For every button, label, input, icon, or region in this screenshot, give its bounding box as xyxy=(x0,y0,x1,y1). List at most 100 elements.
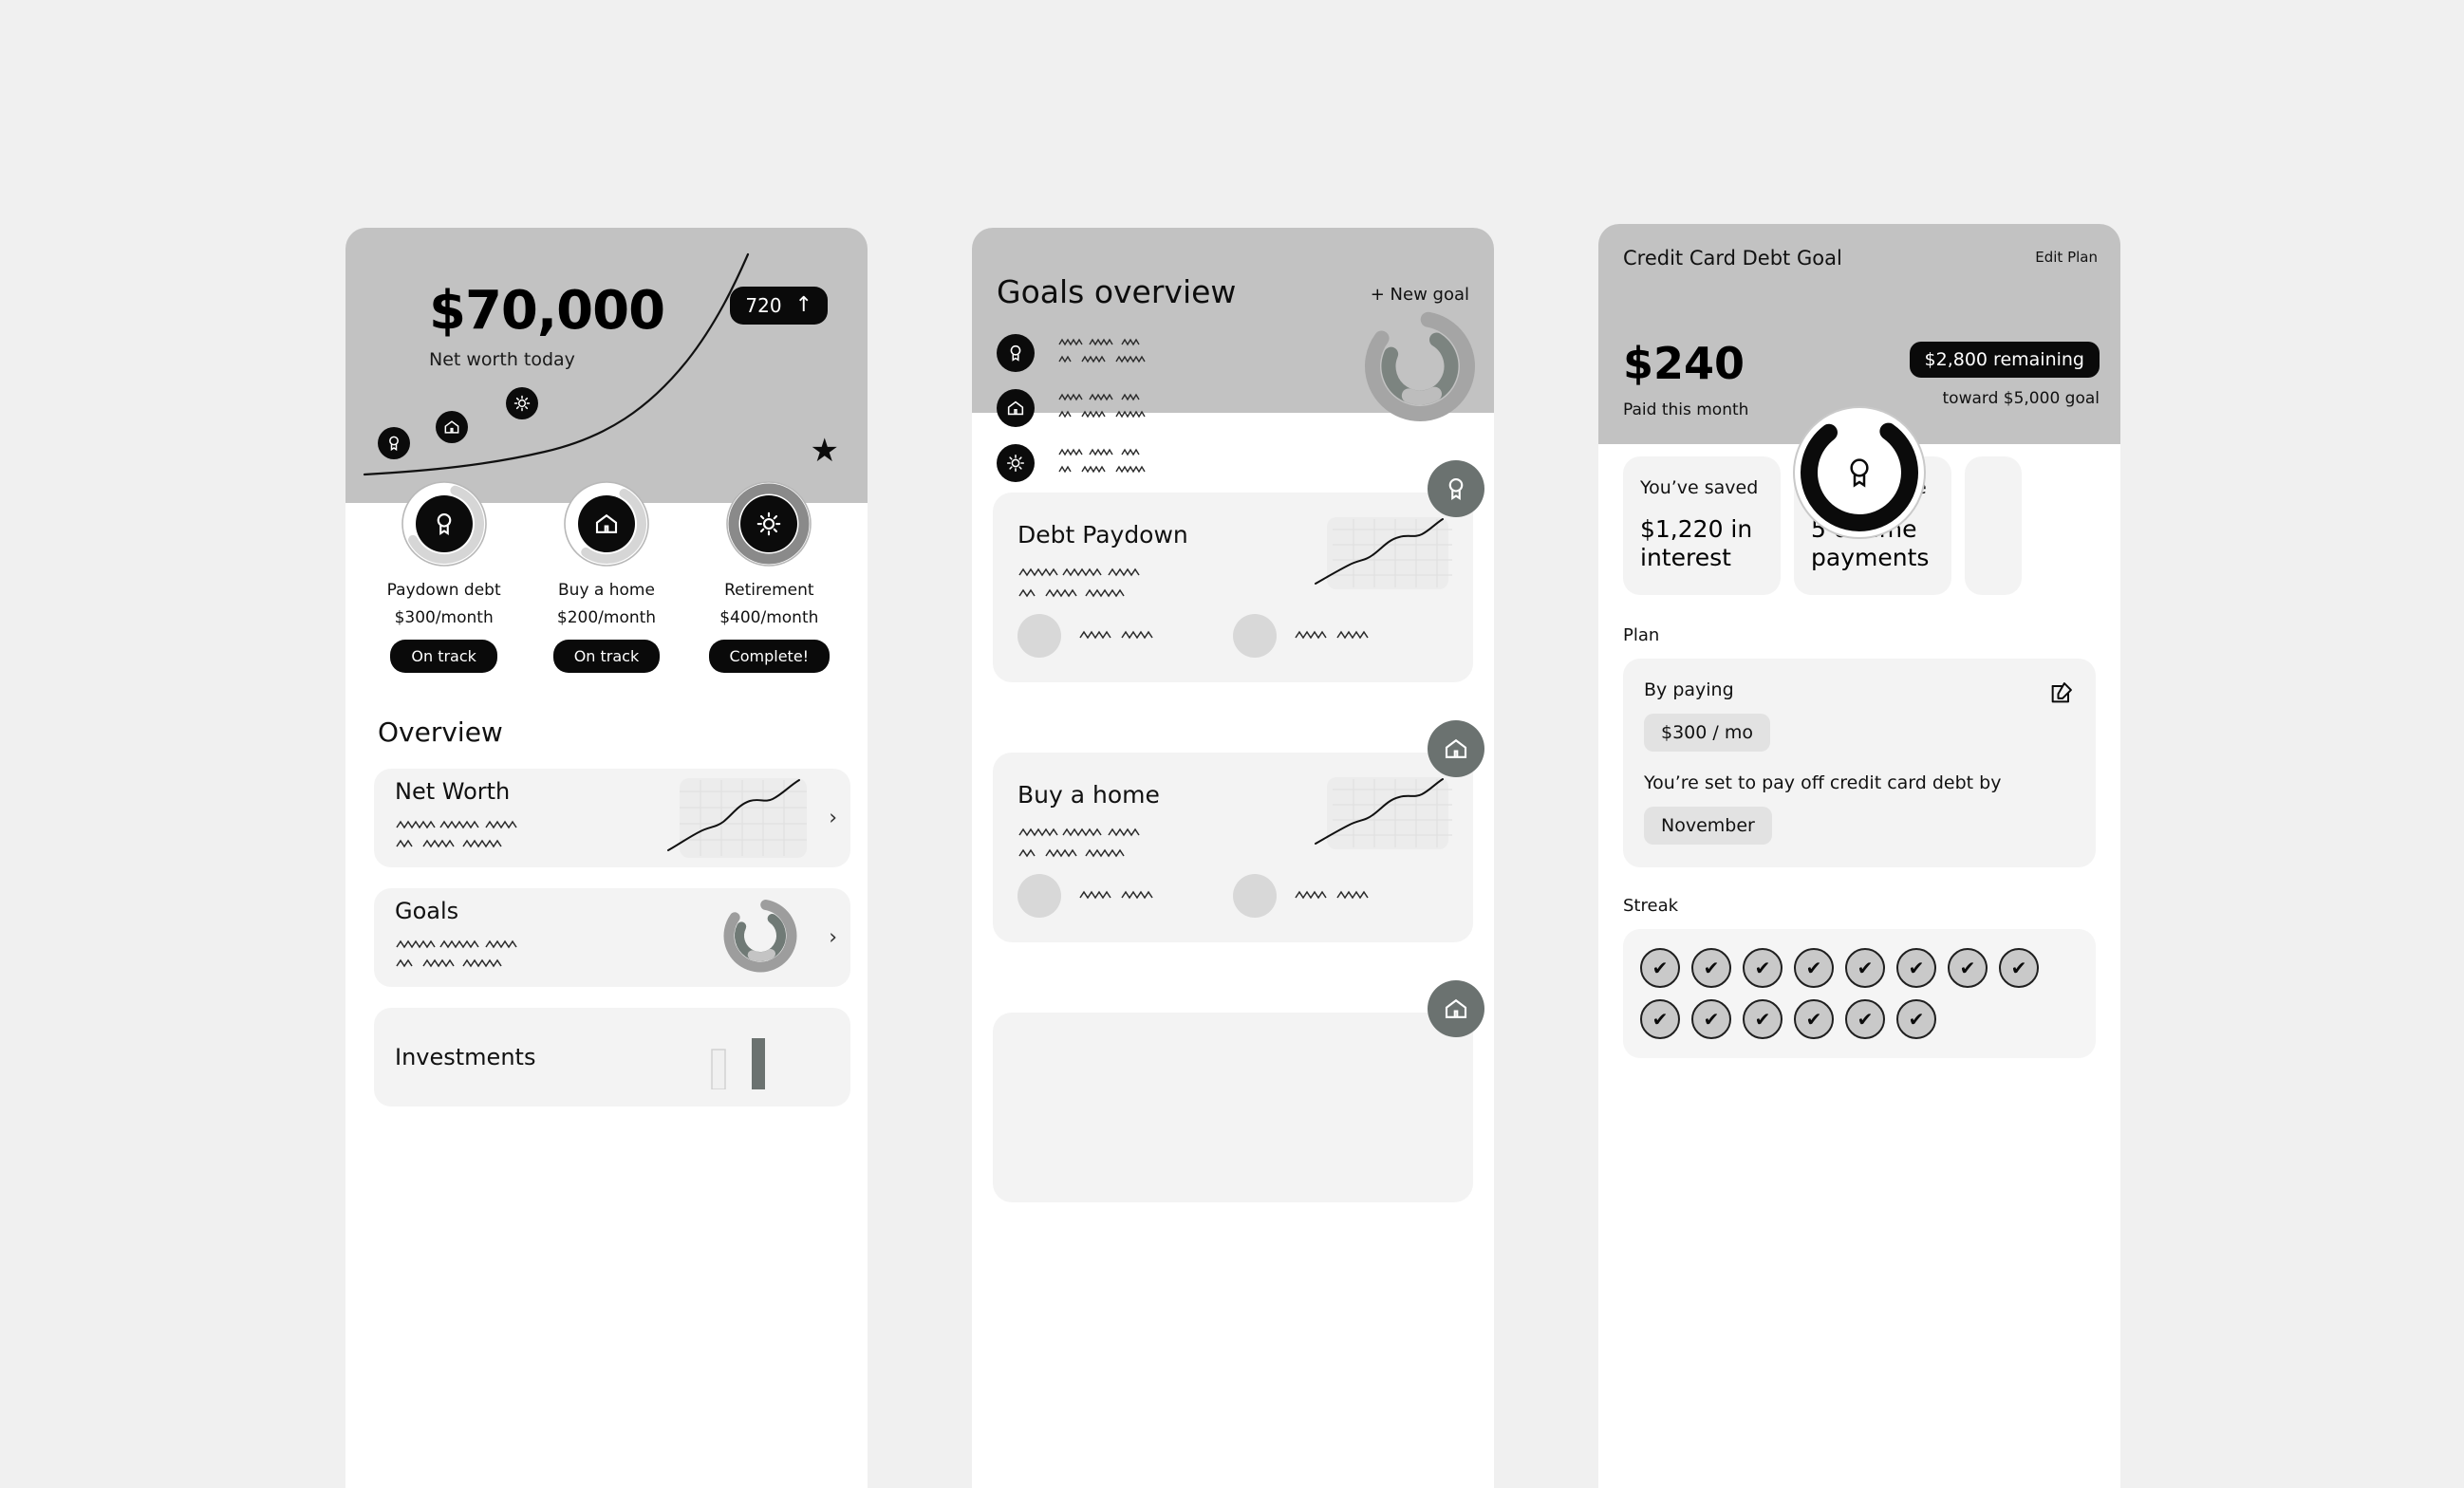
streak-day[interactable]: ✔ xyxy=(1691,948,1731,988)
overview-card-title: Goals xyxy=(395,898,459,924)
paid-amount: $240 xyxy=(1623,338,1745,389)
sun-icon xyxy=(757,512,781,536)
milestone-retirement[interactable] xyxy=(506,387,538,419)
new-goal-button[interactable]: + New goal xyxy=(1371,285,1469,305)
mini-line-chart-svg xyxy=(667,779,807,856)
goal-card-footer xyxy=(1017,614,1448,658)
mini-line-chart xyxy=(1315,517,1452,589)
goal-status-badge[interactable]: On track xyxy=(390,640,497,673)
goal-icon-badge xyxy=(577,495,635,552)
goal-summary-retirement[interactable]: Retirement $400/month Complete! xyxy=(698,481,840,673)
overview-card-visual xyxy=(667,778,807,858)
overview-card-visual xyxy=(693,1032,807,1093)
sun-icon xyxy=(1006,454,1025,473)
avatar xyxy=(1017,874,1061,918)
goal-card-wrapper xyxy=(972,980,1494,1202)
remaining-badge: $2,800 remaining xyxy=(1909,342,2100,378)
goal-row-icon-badge xyxy=(997,389,1035,427)
goal-card-footer xyxy=(1017,874,1448,918)
medal-icon xyxy=(389,436,399,452)
goal-row-medal[interactable] xyxy=(997,334,1183,372)
overview-card-text: Net Worth xyxy=(395,778,585,858)
favorite-star-icon[interactable]: ★ xyxy=(811,435,839,467)
goal-status-badge[interactable]: On track xyxy=(552,640,661,673)
goal-card-debt-paydown[interactable]: Debt Paydown xyxy=(993,460,1484,682)
overview-card-net-worth[interactable]: Net Worth › xyxy=(374,769,850,867)
streak-day[interactable]: ✔ xyxy=(1896,948,1936,988)
goal-icon-badge xyxy=(740,495,798,552)
overview-card-title: Net Worth xyxy=(395,778,511,805)
goal-card-wrapper: Buy a home xyxy=(972,720,1494,942)
sun-icon xyxy=(513,395,531,412)
squiggle-lines xyxy=(1058,448,1146,474)
goal-card-badge xyxy=(1428,720,1484,777)
detail-hero-topbar: Credit Card Debt Goal Edit Plan xyxy=(1598,224,2120,311)
streak-day[interactable]: ✔ xyxy=(1845,999,1885,1039)
streak-section-label: Streak xyxy=(1623,896,1679,916)
goal-summary-buy-a-home[interactable]: Buy a home $200/month On track xyxy=(535,481,678,673)
stat-card-next-clipped[interactable] xyxy=(1965,456,2022,595)
overview-heading: Overview xyxy=(378,716,503,748)
milestone-medal[interactable] xyxy=(378,427,410,459)
plan-amount-chip[interactable]: $300 / mo xyxy=(1644,714,1770,752)
goal-progress-ring xyxy=(401,480,488,567)
credit-score-badge[interactable]: 720 ↑ xyxy=(730,287,828,325)
home-icon xyxy=(1445,738,1467,758)
streak-day[interactable]: ✔ xyxy=(1999,948,2039,988)
streak-day[interactable]: ✔ xyxy=(1845,948,1885,988)
stat-card-saved[interactable]: You’ve saved $1,220 in interest xyxy=(1623,456,1781,595)
footer-contributor xyxy=(1233,614,1448,658)
goal-monthly-amount: $300/month xyxy=(394,608,494,627)
plan-month-chip[interactable]: November xyxy=(1644,807,1772,845)
milestone-home[interactable] xyxy=(436,411,468,443)
medal-icon xyxy=(1010,344,1021,362)
goals-panel: Goals overview + New goal Debt Paydown B… xyxy=(972,228,1494,1488)
goal-card-third[interactable] xyxy=(993,980,1484,1202)
streak-day[interactable]: ✔ xyxy=(1794,948,1834,988)
goal-row-home[interactable] xyxy=(997,389,1183,427)
squiggle-lines xyxy=(396,939,517,968)
goal-row-icon-badge xyxy=(997,444,1035,482)
streak-day[interactable]: ✔ xyxy=(1743,948,1783,988)
goal-name: Buy a home xyxy=(558,581,655,600)
detail-title: Credit Card Debt Goal xyxy=(1623,247,1842,270)
squiggle-lines xyxy=(1295,630,1369,640)
goal-name: Retirement xyxy=(724,581,814,600)
goal-card-buy-a-home[interactable]: Buy a home xyxy=(993,720,1484,942)
mini-line-chart-svg xyxy=(1315,518,1452,587)
squiggle-lines xyxy=(1058,338,1146,363)
medal-icon xyxy=(437,512,451,535)
goal-summary-row: Paydown debt $300/month On track Buy a h… xyxy=(345,481,868,673)
streak-day[interactable]: ✔ xyxy=(1794,999,1834,1039)
goal-summary-paydown-debt[interactable]: Paydown debt $300/month On track xyxy=(373,481,515,673)
streak-day[interactable]: ✔ xyxy=(1640,948,1680,988)
home-icon xyxy=(1445,998,1467,1018)
screen-root: $70,000 Net worth today 720 ↑ ★ Paydown … xyxy=(0,0,2464,1488)
streak-day[interactable]: ✔ xyxy=(1743,999,1783,1039)
placeholder-text xyxy=(395,938,585,977)
arrow-up-icon: ↑ xyxy=(794,293,812,317)
mini-bar-chart xyxy=(711,1038,765,1090)
overview-card-goals[interactable]: Goals › xyxy=(374,888,850,987)
net-worth-sparkline xyxy=(363,252,750,476)
medal-icon xyxy=(1448,477,1464,500)
goal-card-line-chart xyxy=(1315,777,1452,849)
goal-monthly-amount: $400/month xyxy=(719,608,819,627)
chevron-right-icon: › xyxy=(829,806,837,830)
streak-day[interactable]: ✔ xyxy=(1896,999,1936,1039)
footer-contributor xyxy=(1017,614,1233,658)
overview-card-investments[interactable]: Investments xyxy=(374,1008,850,1107)
squiggle-lines xyxy=(1018,567,1140,598)
streak-day[interactable]: ✔ xyxy=(1691,999,1731,1039)
mini-line-chart xyxy=(667,778,807,858)
streak-day[interactable]: ✔ xyxy=(1640,999,1680,1039)
debt-progress-ring xyxy=(1793,406,1926,539)
streak-day[interactable]: ✔ xyxy=(1948,948,1988,988)
goals-overview-title: Goals overview xyxy=(997,273,1237,310)
goal-status-badge[interactable]: Complete! xyxy=(708,640,831,673)
goal-row-sun[interactable] xyxy=(997,444,1183,482)
goal-card-wrapper: Debt Paydown xyxy=(972,460,1494,682)
edit-plan-button[interactable]: Edit Plan xyxy=(2035,249,2098,266)
edit-square-pen-icon[interactable] xyxy=(2048,679,2075,706)
home-icon xyxy=(444,420,459,434)
